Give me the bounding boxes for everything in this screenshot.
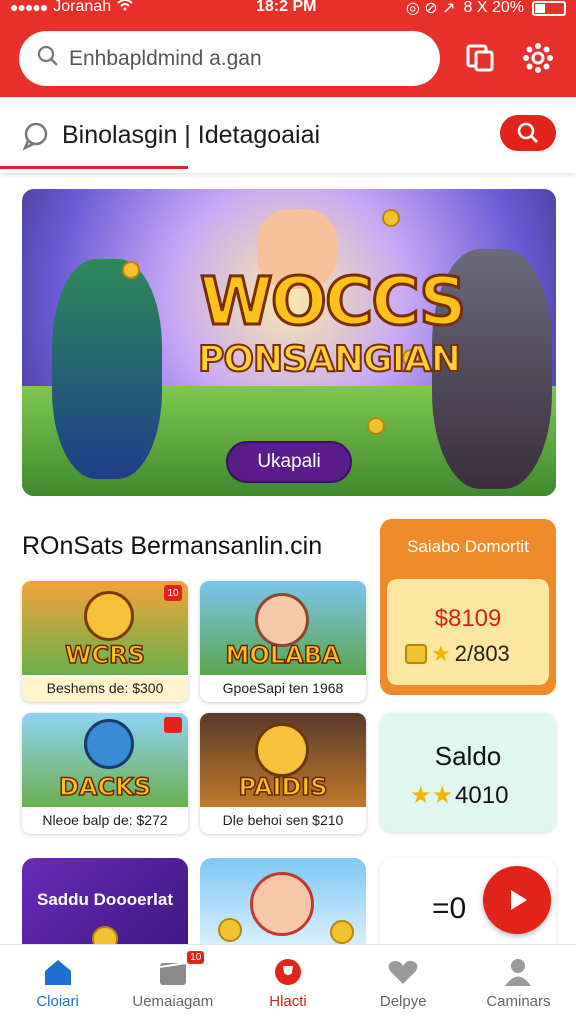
saldo-value: 4010 xyxy=(455,781,509,809)
coin-icon xyxy=(367,417,385,435)
banner-subtitle: PONSANGIAN xyxy=(197,338,462,381)
promo-title: Saddu Doooerlat xyxy=(36,890,173,909)
active-tab-indicator xyxy=(0,166,188,169)
notification-badge xyxy=(164,717,182,733)
saldo-card[interactable]: Saldo ★★ 4010 xyxy=(380,713,556,832)
coin-icon xyxy=(330,920,354,944)
game-caption: GpoeSapi ten 1968 xyxy=(222,680,344,696)
game-caption: Nleoe balp de: $272 xyxy=(42,812,168,828)
formula-text: =0 xyxy=(432,892,467,925)
search-icon xyxy=(37,45,59,72)
status-time: 18:2 PM xyxy=(256,0,317,15)
game-title: WCRS xyxy=(64,640,145,670)
character-icon xyxy=(84,719,134,769)
saldo-row: ★★ 4010 xyxy=(410,781,508,810)
wifi-icon xyxy=(117,0,133,16)
gear-icon[interactable] xyxy=(518,38,558,78)
copy-icon[interactable] xyxy=(460,38,500,78)
game-title: PAIDIS xyxy=(238,772,329,802)
nav-label: Cloiari xyxy=(36,993,79,1010)
points-value: 2/803 xyxy=(454,641,510,666)
nav-label: Delpye xyxy=(379,993,427,1010)
heart-icon xyxy=(388,960,418,984)
home-icon xyxy=(44,960,71,985)
nav-item-profile[interactable]: Caminars xyxy=(461,945,576,1024)
status-bar: ●●●●● Joranah 18:2 PM ◎ ⊘ ↗ 8 X 20% xyxy=(0,0,576,20)
coins-card[interactable] xyxy=(200,858,366,958)
balance-title: Saiabo Domortit xyxy=(407,537,529,556)
character-icon xyxy=(255,593,309,647)
carrier-label: Joranah xyxy=(53,0,112,15)
game-caption: Dle behoi sen $210 xyxy=(222,812,344,828)
promo-card[interactable]: Saddu Doooerlat xyxy=(22,858,188,958)
game-card[interactable]: DACKS Nleoe balp de: $272 xyxy=(22,713,188,834)
nav-item-cards[interactable]: 10 Uemaiagam xyxy=(115,945,230,1024)
coin-icon xyxy=(218,918,242,942)
nav-label: Uemaiagam xyxy=(132,993,214,1010)
hero-left-character xyxy=(52,259,162,479)
signal-dots: ●●●●● xyxy=(10,0,48,15)
play-button[interactable] xyxy=(483,866,551,934)
search-input[interactable]: Enhbapldmind a.gan xyxy=(69,47,262,71)
nav-label: Hlacti xyxy=(269,993,307,1010)
nav-item-favorites[interactable]: Delpye xyxy=(346,945,461,1024)
coin-icon xyxy=(405,644,427,664)
chat-icon xyxy=(22,121,52,156)
coin-icon xyxy=(122,261,140,279)
battery-icon xyxy=(532,0,566,16)
hero-banner[interactable]: WOCCS PONSANGIAN Ukapali xyxy=(22,189,556,496)
category-bar: Binolasgin | Idetagoaiai xyxy=(0,97,576,173)
game-card[interactable]: MOLABA GpoeSapi ten 1968 xyxy=(200,581,366,702)
points-row: ★ 2/803 xyxy=(405,641,510,667)
category-label[interactable]: Binolasgin | Idetagoaiai xyxy=(62,121,320,150)
star-icon: ★★ xyxy=(410,782,454,809)
character-icon xyxy=(255,723,309,777)
nav-item-home[interactable]: Cloiari xyxy=(0,945,115,1024)
game-title: MOLABA xyxy=(225,640,342,670)
nav-item-trophy[interactable]: Hlacti xyxy=(230,945,345,1024)
search-bar[interactable]: Enhbapldmind a.gan xyxy=(19,31,440,86)
game-title: DACKS xyxy=(58,772,152,802)
play-icon xyxy=(511,890,527,910)
coin-icon xyxy=(382,209,400,227)
balance-card[interactable]: Saiabo Domortit $8109 ★ 2/803 xyxy=(380,519,556,695)
game-card[interactable]: 10 WCRS Beshems de: $300 xyxy=(22,581,188,702)
trophy-icon xyxy=(275,959,301,985)
game-card[interactable]: PAIDIS Dle behoi sen $210 xyxy=(200,713,366,834)
nav-label: Caminars xyxy=(486,993,551,1010)
character-icon xyxy=(84,591,134,641)
search-button[interactable] xyxy=(500,115,556,151)
section-title: ROnSats Bermansanlin.cin xyxy=(22,532,323,560)
star-icon: ★ xyxy=(431,641,451,666)
search-icon xyxy=(517,122,538,143)
battery-percent: 8 X 20% xyxy=(463,0,524,16)
character-icon xyxy=(250,872,314,936)
status-icons: ◎ ⊘ ↗ xyxy=(405,0,456,17)
bottom-nav: Cloiari 10 Uemaiagam Hlacti Delpye Camin… xyxy=(0,944,576,1024)
balance-amount: $8109 xyxy=(434,605,502,632)
banner-play-button[interactable]: Ukapali xyxy=(226,441,352,483)
saldo-title: Saldo xyxy=(434,741,502,771)
notification-badge: 10 xyxy=(187,951,205,964)
notification-badge: 10 xyxy=(164,585,182,601)
banner-title: WOCCS xyxy=(199,262,469,342)
balance-inner: $8109 ★ 2/803 xyxy=(387,579,549,685)
person-icon xyxy=(505,959,532,986)
cards-icon xyxy=(159,962,186,985)
game-caption: Beshems de: $300 xyxy=(22,677,188,702)
